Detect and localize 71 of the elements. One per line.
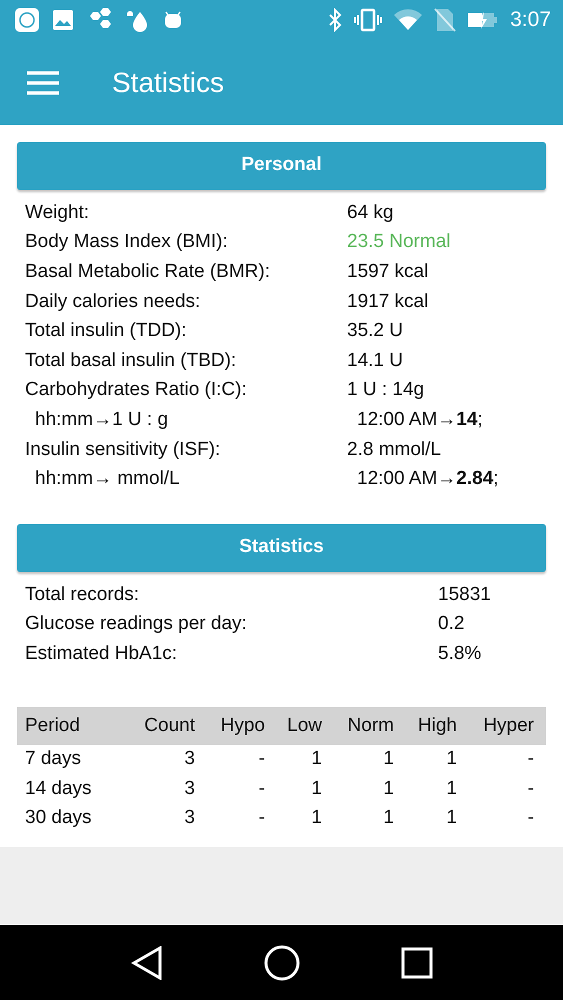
- table-cell-text: 1: [310, 778, 322, 800]
- column-header: Period: [25, 714, 81, 737]
- vibrate-icon: [354, 8, 382, 32]
- table-cell-text: 3: [183, 778, 195, 800]
- image-icon: [52, 9, 74, 31]
- field-label: Glucose readings per day:: [25, 613, 248, 636]
- field-label: Insulin sensitivity (ISF):: [25, 438, 222, 461]
- table-cell-text: -: [258, 807, 265, 830]
- table-cell-text: 1: [310, 807, 322, 830]
- back-icon[interactable]: [130, 946, 162, 980]
- table-cell-text: 1: [310, 748, 322, 770]
- field-label: Daily calories needs:: [25, 290, 202, 313]
- no-sim-icon: [434, 7, 456, 33]
- table-cell-text: 3: [183, 748, 195, 770]
- table-cell-text: 14 days: [25, 778, 93, 800]
- column-header: Norm: [346, 714, 394, 737]
- home-icon[interactable]: [264, 944, 300, 980]
- field-value: 23.5 Normal: [347, 231, 450, 254]
- field-value: 35.2 U: [347, 320, 403, 342]
- android-icon: [162, 9, 184, 31]
- bluetooth-icon: [328, 8, 342, 32]
- column-header: Hypo: [220, 714, 265, 737]
- battery-charging-icon: [468, 10, 498, 30]
- table-cell-text: -: [258, 748, 265, 770]
- field-label: Total insulin (TDD):: [25, 320, 188, 342]
- field-value: 1597 kcal: [347, 260, 428, 283]
- table-cell-text: -: [526, 748, 534, 770]
- column-header: Count: [143, 714, 195, 737]
- field-value: 14.1 U: [347, 350, 403, 372]
- screen-title: Statistics: [112, 66, 224, 98]
- menu-icon: [26, 70, 60, 96]
- table-cell-text: 1: [382, 807, 394, 830]
- table-cell-text: 1: [445, 778, 457, 800]
- wifi-icon: [394, 8, 422, 32]
- section-header: Personal: [17, 142, 546, 190]
- field-label: hh:mm→1 U : g: [34, 408, 170, 431]
- menu-button[interactable]: [26, 70, 60, 96]
- table-cell-text: 1: [445, 748, 457, 770]
- app-icon: [14, 7, 40, 33]
- field-value: 0.2: [438, 613, 464, 636]
- recents-icon[interactable]: [400, 946, 432, 978]
- column-header: Low: [286, 714, 322, 737]
- field-label: Basal Metabolic Rate (BMR):: [25, 260, 271, 283]
- field-label: Body Mass Index (BMI):: [25, 231, 229, 254]
- column-header: Hyper: [482, 714, 534, 737]
- table-cell-text: 7 days: [25, 748, 82, 770]
- field-value: 15831: [438, 584, 491, 606]
- field-value: 2.8 mmol/L: [347, 438, 441, 461]
- table-cell-text: -: [526, 807, 534, 830]
- table-cell-text: 30 days: [25, 807, 93, 830]
- field-value: 1 U : 14g: [347, 379, 424, 402]
- column-header: High: [416, 714, 457, 737]
- field-label: Total records:: [25, 584, 140, 606]
- table-cell-text: 1: [382, 748, 394, 770]
- table-cell-text: -: [526, 778, 534, 800]
- field-value: 12:00 AM→14;: [357, 408, 483, 431]
- field-label: hh:mm→ mmol/L: [34, 468, 181, 490]
- table-cell-text: -: [258, 778, 265, 800]
- table-cell-text: 3: [183, 807, 195, 830]
- field-value: 64 kg: [347, 202, 394, 224]
- section-header: Statistics: [17, 524, 546, 572]
- field-label: Estimated HbA1c:: [25, 642, 178, 665]
- clock-time: 3:07: [510, 8, 551, 32]
- table-cell-text: 1: [445, 807, 457, 830]
- field-label: Weight:: [25, 202, 90, 224]
- field-value: 1917 kcal: [347, 290, 428, 313]
- table-cell-text: 1: [382, 778, 394, 800]
- field-value: 5.8%: [438, 642, 482, 665]
- field-label: Carbohydrates Ratio (I:C):: [25, 379, 248, 402]
- field-label: Total basal insulin (TBD):: [25, 350, 238, 372]
- field-value: 12:00 AM→2.84;: [357, 468, 499, 490]
